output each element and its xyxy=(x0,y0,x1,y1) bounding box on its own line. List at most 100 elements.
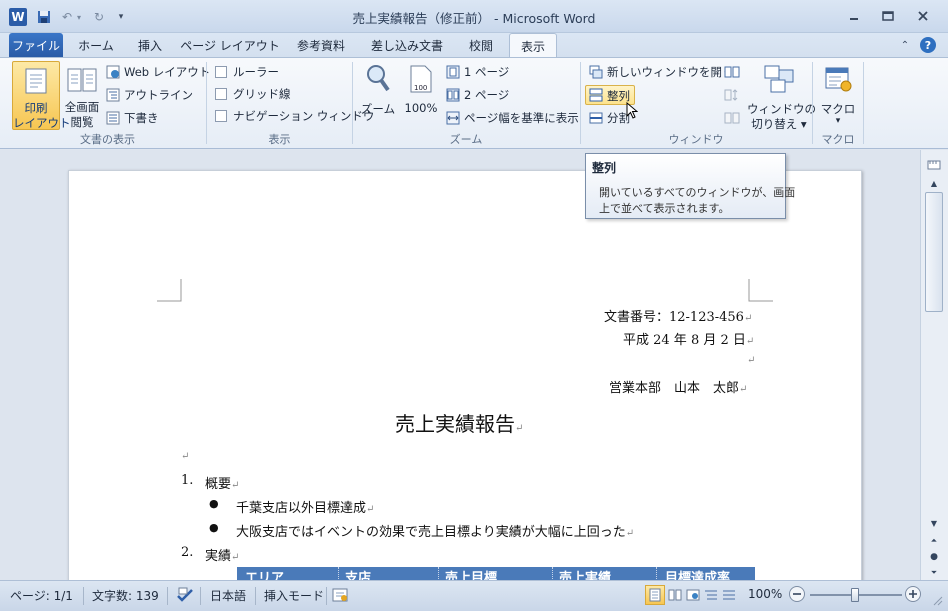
word-count[interactable]: 文字数: 139 xyxy=(92,587,159,604)
previous-page-icon[interactable]: ⏶ xyxy=(925,534,943,548)
doc-number: 文書番号：12-123-456↵ xyxy=(604,310,753,325)
resize-grip-icon[interactable] xyxy=(930,593,944,607)
tab-review[interactable]: 校閲 xyxy=(458,33,504,57)
insert-mode-indicator[interactable]: 挿入モード xyxy=(264,587,324,604)
new-window-icon xyxy=(589,65,603,79)
print-layout-icon xyxy=(22,66,50,96)
minimize-button[interactable] xyxy=(841,6,867,26)
ruler-label: ルーラー xyxy=(233,65,279,79)
zoom-100-label: 100% xyxy=(404,101,438,115)
macros-icon xyxy=(823,63,853,95)
scroll-down-icon[interactable]: ▼ xyxy=(925,516,943,530)
list-item: 実績↵ xyxy=(205,549,240,564)
macro-recording-icon[interactable] xyxy=(332,587,348,603)
table-header-cell: エリア xyxy=(245,571,285,581)
tooltip-body-line-2: 上で並べて表示されます。 xyxy=(599,202,730,215)
tab-page-layout[interactable]: ページ レイアウト xyxy=(180,33,280,57)
outline-button[interactable]: アウトライン xyxy=(124,87,193,103)
bullet-icon: ● xyxy=(209,497,219,510)
ruler-toggle-icon[interactable] xyxy=(926,158,942,172)
web-layout-icon xyxy=(106,65,120,79)
table-header-row: エリア 支店 売上目標 売上実績 目標達成率 xyxy=(237,567,755,581)
tab-home[interactable]: ホーム xyxy=(68,33,124,57)
print-layout-view-icon[interactable] xyxy=(645,585,665,605)
zoom-slider-thumb[interactable] xyxy=(851,588,859,602)
full-screen-view-icon[interactable] xyxy=(667,587,683,603)
status-separator xyxy=(255,587,256,605)
proofing-icon[interactable] xyxy=(176,586,194,604)
page-width-icon xyxy=(446,111,460,125)
scroll-thumb[interactable] xyxy=(925,192,943,312)
full-screen-icon xyxy=(67,65,97,95)
list-item-number: 1. xyxy=(181,473,194,488)
zoom-label: ズーム xyxy=(360,102,396,116)
web-layout-view-icon[interactable] xyxy=(685,587,701,603)
ribbon: 印刷 レイアウト 全画面 閲覧 Web レイアウト アウトライン 下書き 文書の… xyxy=(0,57,948,149)
outline-icon xyxy=(106,88,120,102)
ruler-checkbox[interactable] xyxy=(215,66,227,78)
outline-view-icon[interactable] xyxy=(703,587,719,603)
synchronous-scrolling-icon[interactable] xyxy=(724,88,740,102)
bullet-item: 大阪支店ではイベントの効果で売上目標より実績が大幅に上回った↵ xyxy=(236,525,635,540)
one-page-button[interactable]: 1 ページ xyxy=(464,64,509,80)
gridlines-checkbox[interactable] xyxy=(215,88,227,100)
minimize-ribbon-icon[interactable]: ⌃ xyxy=(898,38,912,52)
tab-view[interactable]: 表示 xyxy=(509,33,557,58)
next-page-icon[interactable]: ⏷ xyxy=(925,566,943,580)
close-button[interactable] xyxy=(910,6,936,26)
zoom-100-button[interactable]: 100 100% xyxy=(401,61,441,129)
status-separator xyxy=(200,587,201,605)
tab-references[interactable]: 参考資料 xyxy=(286,33,356,57)
full-screen-reading-button[interactable]: 全画面 閲覧 xyxy=(62,61,102,130)
switch-windows-label-1: ウィンドウの xyxy=(747,102,816,116)
two-pages-button[interactable]: 2 ページ xyxy=(464,87,509,103)
zoom-slider[interactable] xyxy=(810,587,902,603)
arrange-all-icon xyxy=(589,88,603,102)
draft-view-icon[interactable] xyxy=(721,587,737,603)
vertical-scrollbar[interactable]: ▲ ▼ ⏶ ● ⏷ xyxy=(920,150,948,580)
show-group-label: 表示 xyxy=(268,133,291,146)
print-layout-button[interactable]: 印刷 レイアウト xyxy=(12,61,71,130)
one-page-icon xyxy=(446,65,460,79)
page-count[interactable]: ページ: 1/1 xyxy=(10,587,73,604)
zoom-in-icon[interactable] xyxy=(905,586,921,602)
zoom-level[interactable]: 100% xyxy=(748,587,782,601)
ribbon-tabs: ファイル ホーム 挿入 ページ レイアウト 参考資料 差し込み文書 校閲 表示 … xyxy=(0,33,948,58)
status-separator xyxy=(326,587,327,605)
crop-mark-right xyxy=(748,279,773,302)
table-header-cell: 目標達成率 xyxy=(656,567,755,581)
new-window-button[interactable]: 新しいウィンドウを開く xyxy=(607,64,734,80)
status-separator xyxy=(83,587,84,605)
navigation-pane-checkbox[interactable] xyxy=(215,110,227,122)
full-screen-label-2: 閲覧 xyxy=(70,115,94,129)
language-indicator[interactable]: 日本語 xyxy=(210,587,246,604)
view-side-by-side-icon[interactable] xyxy=(724,65,740,79)
zoom-button[interactable]: ズーム xyxy=(358,61,398,129)
tooltip-body-line-1: 開いているすべてのウィンドウが、画面 xyxy=(599,186,796,199)
scroll-up-icon[interactable]: ▲ xyxy=(925,176,943,190)
tooltip-title: 整列 xyxy=(592,161,617,175)
restore-button[interactable] xyxy=(875,6,901,26)
two-pages-icon xyxy=(446,88,460,102)
tab-mailings[interactable]: 差し込み文書 xyxy=(362,33,452,57)
page-width-button[interactable]: ページ幅を基準に表示 xyxy=(464,110,579,126)
gridlines-label: グリッド線 xyxy=(233,87,291,101)
web-layout-button[interactable]: Web レイアウト xyxy=(124,64,210,80)
select-browse-object-icon[interactable]: ● xyxy=(925,550,943,564)
tab-insert[interactable]: 挿入 xyxy=(128,33,172,57)
doc-date: 平成 24 年 8 月 2 日↵ xyxy=(623,333,755,348)
document-page[interactable]: 文書番号：12-123-456↵ 平成 24 年 8 月 2 日↵ ↵ 営業本部… xyxy=(68,170,862,590)
zoom-group-label: ズーム xyxy=(449,133,483,146)
doc-title: 売上実績報告↵ xyxy=(395,412,524,436)
mouse-cursor-icon xyxy=(626,102,638,120)
switch-windows-button[interactable]: ウィンドウの 切り替え ▾ xyxy=(747,61,816,131)
window-group-label: ウィンドウ xyxy=(668,133,724,146)
print-layout-label-1: 印刷 xyxy=(24,101,48,115)
help-icon[interactable]: ? xyxy=(920,37,936,53)
reset-window-position-icon[interactable] xyxy=(724,111,740,125)
zoom-out-icon[interactable] xyxy=(789,586,805,602)
tab-file[interactable]: ファイル xyxy=(9,33,63,57)
draft-button[interactable]: 下書き xyxy=(124,110,159,126)
macros-button[interactable]: マクロ ▾ xyxy=(818,61,858,129)
bullet-item: 千葉支店以外目標達成↵ xyxy=(236,501,375,516)
